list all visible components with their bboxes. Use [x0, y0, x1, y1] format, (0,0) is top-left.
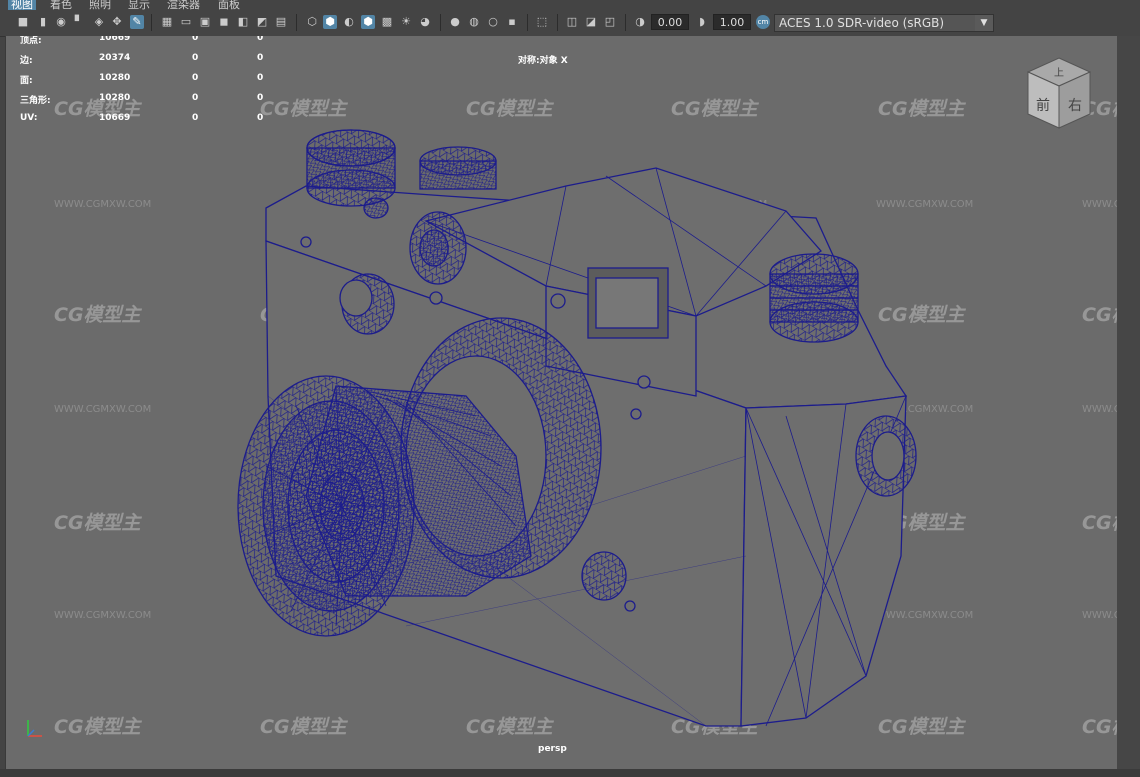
grid-icon[interactable]: ▦ [160, 15, 174, 29]
menu-bar: 视图 着色 照明 显示 渲染器 面板 [0, 0, 1140, 10]
menu-panels[interactable]: 面板 [218, 0, 240, 10]
safe-title-icon[interactable]: ▤ [274, 15, 288, 29]
hud-triangles-selected: 0 [192, 93, 199, 103]
viewport-toolbar: ■ ▮ ◉ ▘ ◈ ✥ ✎ ▦ ▭ ▣ ◼ ◧ ◩ ▤ ⬡ ⬢ ◐ ⬢ ▩ ☀ … [0, 10, 1140, 37]
grease-pencil-icon[interactable]: ✎ [130, 15, 144, 29]
wireframe-icon[interactable]: ⬡ [305, 15, 319, 29]
hud-faces-uv: 0 [257, 73, 264, 83]
resolution-gate-icon[interactable]: ▣ [198, 15, 212, 29]
film-gate-icon[interactable]: ▭ [179, 15, 193, 29]
safe-action-icon[interactable]: ◩ [255, 15, 269, 29]
3d-viewport[interactable]: CG模型主 CG模型主 CG模型主 CG模型主 CG模型主 CG模型主 CG模型… [5, 36, 1118, 769]
shadows-icon[interactable]: ◕ [418, 15, 432, 29]
hud-vertices-uv: 0 [257, 36, 264, 43]
gamma-field[interactable]: 1.00 [713, 14, 751, 30]
hud-uvs-selected: 0 [192, 113, 199, 123]
default-material-icon[interactable]: ◐ [342, 15, 356, 29]
bookmark-icon[interactable]: ▘ [72, 15, 86, 29]
exposure-icon[interactable]: ◑ [633, 15, 647, 29]
camera-name-label: persp [538, 744, 567, 754]
xray-icon[interactable]: ◫ [565, 15, 579, 29]
view-cube-right-label[interactable]: 右 [1068, 98, 1082, 114]
anti-aliasing-icon[interactable]: ○ [486, 15, 500, 29]
hud-edges-label: 边: [20, 56, 33, 66]
use-all-lights-icon[interactable]: ☀ [399, 15, 413, 29]
exposure-field[interactable]: 0.00 [651, 14, 689, 30]
chevron-down-icon[interactable]: ▼ [975, 15, 993, 31]
hud-triangles-value: 10280 [99, 93, 131, 103]
textured-icon[interactable]: ▩ [380, 15, 394, 29]
camera-attributes-icon[interactable]: ◉ [54, 15, 68, 29]
hud-edges-uv: 0 [257, 53, 264, 63]
hud-triangles-uv: 0 [257, 93, 264, 103]
hud-faces-value: 10280 [99, 73, 131, 83]
view-cube[interactable]: 上 前 右 [1024, 56, 1094, 131]
hud-faces-label: 面: [20, 76, 33, 86]
hud-uvs-value: 10669 [99, 113, 131, 123]
hud-edges-selected: 0 [192, 53, 199, 63]
axis-gizmo [27, 720, 42, 737]
smooth-shade-icon[interactable]: ⬢ [323, 15, 337, 29]
camera-wireframe-model[interactable] [6, 36, 1117, 769]
right-panel-edge [1117, 36, 1140, 769]
motion-blur-icon[interactable]: ◍ [467, 15, 481, 29]
hud-uvs-label: UV: [20, 113, 38, 123]
field-chart-icon[interactable]: ◧ [236, 15, 250, 29]
lock-camera-icon[interactable]: ▮ [36, 15, 50, 29]
color-space-dropdown[interactable]: ACES 1.0 SDR-video (sRGB) ▼ [774, 14, 994, 32]
gate-mask-icon[interactable]: ◼ [217, 15, 231, 29]
camera-icon[interactable]: ■ [16, 15, 30, 29]
view-cube-front-label[interactable]: 前 [1036, 97, 1050, 114]
hud-vertices-value: 10669 [99, 36, 131, 43]
menu-view[interactable]: 视图 [8, 0, 36, 10]
wireframe-on-shaded-icon[interactable]: ⬢ [361, 15, 375, 29]
xray-components-icon[interactable]: ◰ [603, 15, 617, 29]
menu-renderer[interactable]: 渲染器 [167, 0, 200, 10]
menu-shading[interactable]: 着色 [50, 0, 72, 10]
view-cube-top-label[interactable]: 上 [1054, 67, 1064, 79]
xray-joints-icon[interactable]: ◪ [584, 15, 598, 29]
hud-edges-value: 20374 [99, 53, 131, 63]
color-space-value: ACES 1.0 SDR-video (sRGB) [779, 16, 945, 30]
hud-triangles-label: 三角形: [20, 96, 51, 106]
symmetry-status: 对称:对象 X [518, 56, 568, 66]
depth-of-field-icon[interactable]: ▪ [505, 15, 519, 29]
isolate-select-icon[interactable]: ⬚ [535, 15, 549, 29]
2d-pan-zoom-icon[interactable]: ✥ [110, 15, 124, 29]
menu-show[interactable]: 显示 [128, 0, 150, 10]
hud-vertices-selected: 0 [192, 36, 199, 43]
hud-vertices-label: 顶点: [20, 36, 42, 46]
hud-faces-selected: 0 [192, 73, 199, 83]
image-plane-icon[interactable]: ◈ [92, 15, 106, 29]
menu-lighting[interactable]: 照明 [89, 0, 111, 10]
gamma-icon[interactable]: ◗ [695, 15, 709, 29]
color-management-icon[interactable]: cm [756, 15, 770, 29]
hud-uvs-uv: 0 [257, 113, 264, 123]
timeline-edge [0, 769, 1140, 777]
screen-space-ao-icon[interactable]: ● [448, 15, 462, 29]
